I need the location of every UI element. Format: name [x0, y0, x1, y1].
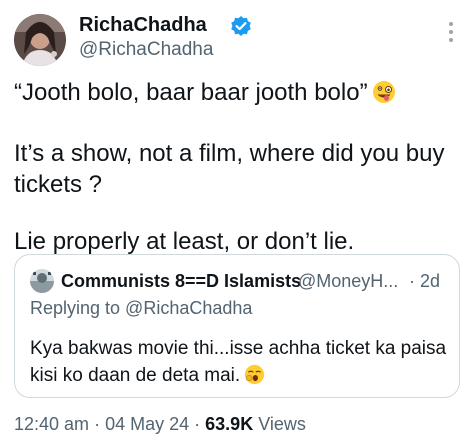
- yawning-face-emoji-icon: [244, 364, 265, 393]
- quote-author-name[interactable]: Communists 8==D Islamists: [61, 269, 301, 293]
- views-count: 63.9K: [205, 414, 254, 434]
- quote-text-body: Kya bakwas movie thi...isse achha ticket…: [30, 338, 447, 386]
- author-avatar[interactable]: [14, 14, 66, 66]
- quote-author-avatar[interactable]: [30, 269, 54, 293]
- quote-text: Kya bakwas movie thi...isse achha ticket…: [30, 335, 450, 393]
- views-label: Views: [258, 414, 306, 434]
- tweet-date[interactable]: 04 May 24: [105, 414, 189, 434]
- quote-author-handle[interactable]: @MoneyH...: [298, 269, 398, 293]
- author-handle[interactable]: @RichaChadha: [79, 38, 213, 62]
- replying-to[interactable]: Replying to @RichaChadha: [30, 296, 252, 320]
- meta-separator: ·: [94, 414, 106, 434]
- quote-timestamp[interactable]: · 2d: [409, 269, 440, 293]
- tweet: RichaChadha @RichaChadha “Jooth bolo, ba…: [0, 0, 474, 443]
- tweet-meta: 12:40 am · 04 May 24 · 63.9K Views: [14, 412, 306, 436]
- tweet-line-1-text: “Jooth bolo, baar baar jooth bolo”: [14, 79, 368, 106]
- zany-face-emoji-icon: [372, 80, 396, 112]
- tweet-text: “Jooth bolo, baar baar jooth bolo” It’s …: [14, 77, 454, 257]
- verified-badge-icon: [231, 16, 251, 36]
- tweet-line-quote: “Jooth bolo, baar baar jooth bolo”: [14, 77, 454, 112]
- tweet-time[interactable]: 12:40 am: [14, 414, 89, 434]
- meta-separator: ·: [194, 414, 206, 434]
- more-options-icon[interactable]: [447, 22, 455, 48]
- tweet-line-2: It’s a show, not a film, where did you b…: [14, 140, 445, 198]
- tweet-line-3: Lie properly at least, or don’t lie.: [14, 228, 355, 255]
- author-name[interactable]: RichaChadha: [79, 13, 207, 37]
- quoted-tweet[interactable]: Communists 8==D Islamists @MoneyH... · 2…: [14, 254, 460, 398]
